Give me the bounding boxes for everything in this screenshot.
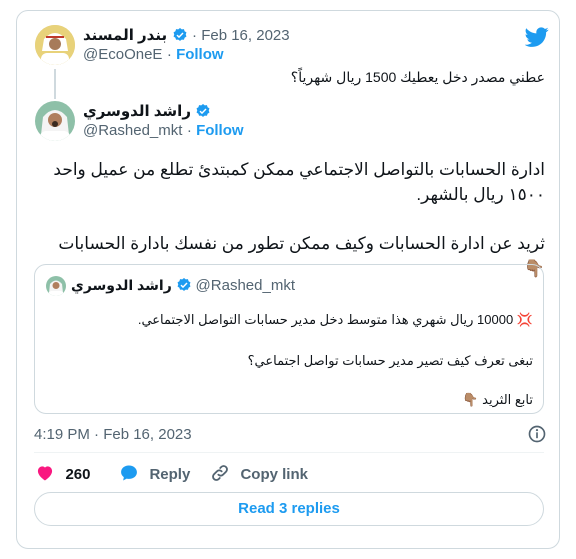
verified-badge-icon	[195, 103, 211, 119]
parent-date[interactable]: Feb 16, 2023	[201, 27, 289, 44]
parent-author-name[interactable]: بندر المسند	[83, 27, 167, 44]
pointing-down-emoji-icon: 👇🏽	[462, 392, 479, 407]
parent-tweet-text: عطني مصدر دخل يعطيك 1500 ريال شهرياً؟	[290, 69, 545, 85]
link-icon	[210, 463, 230, 488]
tweet-text-paragraph-1: ادارة الحسابات بالتواصل الاجتماعي ممكن ك…	[53, 160, 545, 204]
parent-follow-button[interactable]: Follow	[176, 46, 224, 63]
copy-link-button[interactable]: Copy link	[210, 463, 308, 488]
author-avatar[interactable]	[35, 101, 75, 141]
quoted-avatar	[46, 276, 66, 296]
tweet-text-paragraph-2: ثريد عن ادارة الحسابات وكيف ممكن تطور من…	[58, 234, 545, 253]
thread-line	[54, 69, 56, 99]
tweet-embed-card: بندر المسند · Feb 16, 2023 @EcoOneE · Fo…	[16, 10, 560, 549]
twitter-logo-icon[interactable]	[524, 25, 549, 49]
parent-avatar[interactable]	[35, 25, 75, 65]
quoted-text-line-1: 10000 ريال شهري هذا متوسط دخل مدير حسابا…	[137, 312, 514, 327]
heart-icon	[35, 463, 55, 488]
info-icon[interactable]	[527, 424, 547, 444]
quoted-text-line-2: تبغى تعرف كيف تصير مدير حسابات تواصل اجت…	[247, 353, 533, 368]
collision-emoji-icon: 💢	[516, 312, 533, 327]
author-follow-button[interactable]: Follow	[196, 122, 244, 139]
quoted-text-line-3: تابع الثريد	[482, 392, 533, 407]
verified-badge-icon	[172, 27, 188, 43]
tweet-timestamp[interactable]: 4:19 PM · Feb 16, 2023	[34, 426, 192, 443]
author-name[interactable]: راشد الدوسري	[83, 103, 191, 120]
quoted-tweet[interactable]: راشد الدوسري @Rashed_mkt 💢 10000 ريال شه…	[34, 264, 544, 414]
author-handle[interactable]: @Rashed_mkt	[83, 122, 182, 139]
quoted-author-name: راشد الدوسري	[71, 277, 172, 293]
reply-label: Reply	[149, 466, 191, 483]
divider	[34, 452, 544, 453]
quoted-handle: @Rashed_mkt	[195, 277, 295, 294]
like-button[interactable]: 260	[35, 463, 90, 485]
copy-link-label: Copy link	[240, 466, 308, 483]
verified-badge-icon	[176, 277, 192, 293]
read-replies-button[interactable]: Read 3 replies	[34, 492, 544, 526]
reply-button[interactable]: Reply	[119, 463, 190, 488]
parent-handle[interactable]: @EcoOneE	[83, 46, 162, 63]
like-count: 260	[65, 466, 91, 483]
reply-bubble-icon	[119, 463, 139, 488]
